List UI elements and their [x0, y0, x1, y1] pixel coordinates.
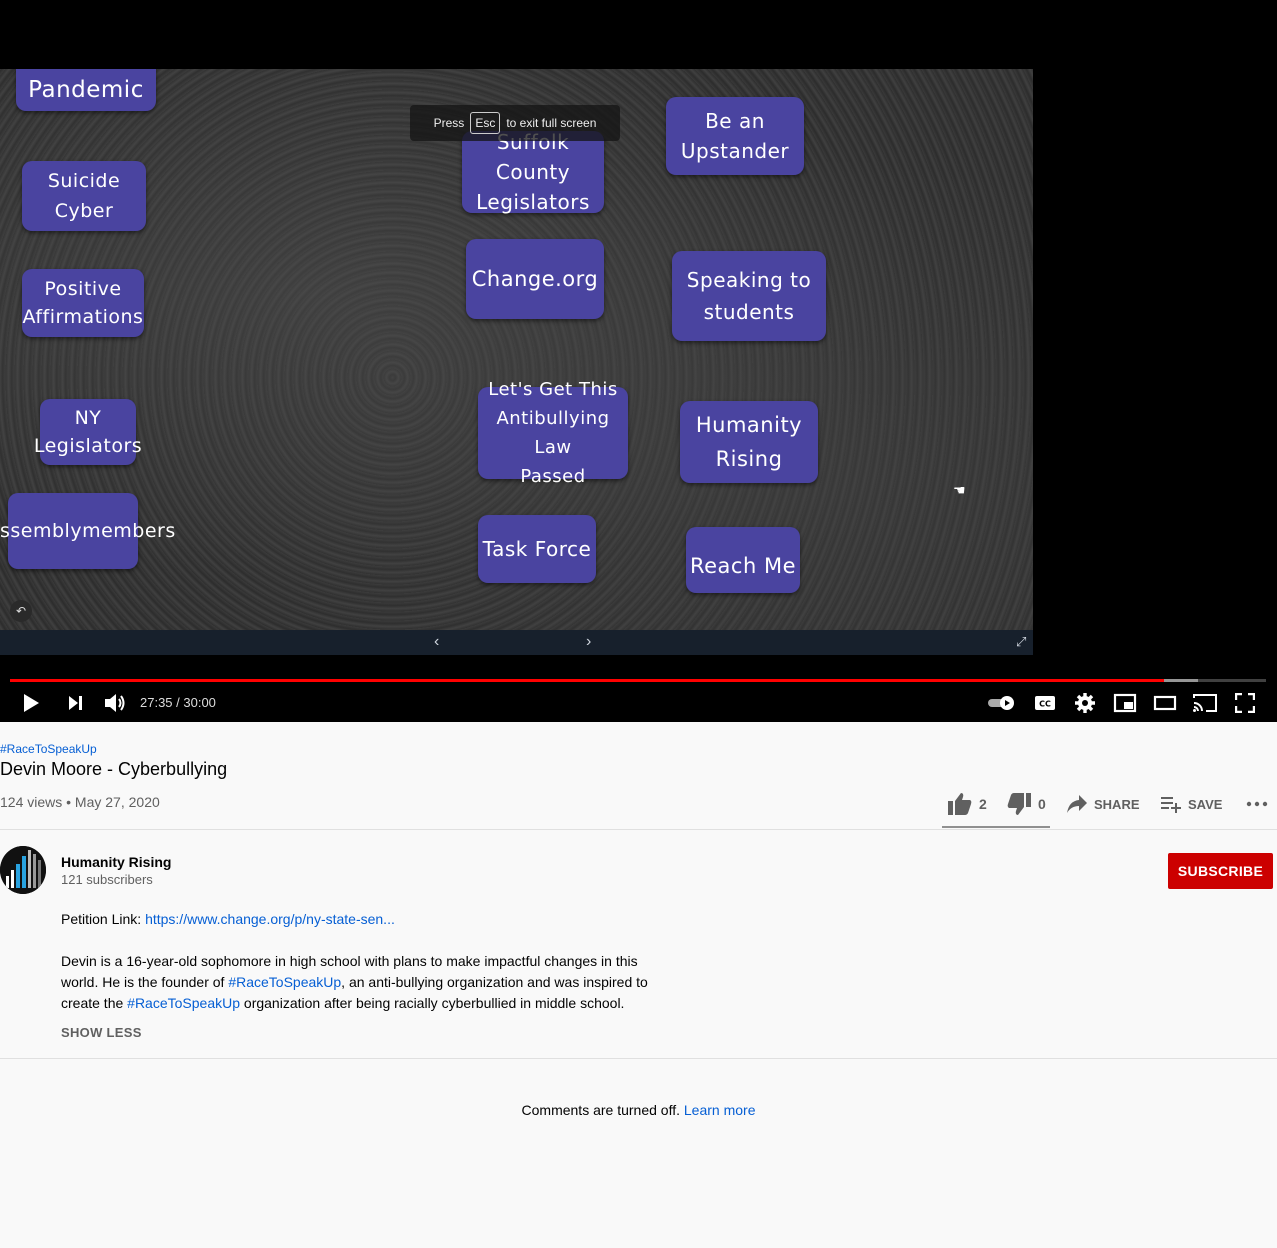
divider [0, 829, 1277, 830]
video-frame: Pandemic Suicide Cyber Positive Affirmat… [0, 69, 1033, 630]
time-display: 27:35 / 30:00 [140, 695, 216, 710]
sticky-note-speaking-to-students: Speaking to students [672, 251, 826, 341]
share-icon [1067, 795, 1087, 813]
sticky-note-change-org: Change.org [466, 239, 604, 319]
sticky-note-ny-legislators: NY Legislators [34, 399, 142, 465]
sticky-note-suffolk-county: Suffolk County Legislators [462, 130, 604, 214]
save-label: SAVE [1188, 796, 1223, 812]
volume-icon[interactable] [100, 690, 130, 716]
video-player[interactable]: Pandemic Suicide Cyber Positive Affirmat… [0, 0, 1277, 722]
like-count: 2 [979, 796, 987, 812]
show-less-button[interactable]: SHOW LESS [61, 1025, 142, 1040]
playlist-add-icon [1161, 797, 1181, 813]
dislike-button[interactable]: 0 [1006, 790, 1046, 818]
learn-more-link[interactable]: Learn more [684, 1102, 756, 1118]
thumbs-down-icon [1007, 793, 1031, 815]
petition-link[interactable]: https://www.change.org/p/ny-state-sen... [145, 911, 395, 927]
sticky-note-pandemic: Pandemic [16, 69, 156, 111]
sticky-note-reach-me: Reach Me [686, 527, 800, 593]
share-button[interactable]: SHARE [1066, 790, 1140, 818]
like-button[interactable]: 2 [947, 790, 987, 818]
svg-text:CC: CC [1039, 700, 1051, 709]
subscribe-button[interactable]: SUBSCRIBE [1168, 853, 1273, 889]
description-paragraph: Devin is a 16-year-old sophomore in high… [61, 951, 661, 1014]
comments-disabled-notice: Comments are turned off. Learn more [0, 1102, 1277, 1118]
progress-bar[interactable] [10, 679, 1266, 682]
player-controls: 27:35 / 30:00 CC [0, 688, 1277, 718]
slide-nav-bar: ‹ › [0, 630, 1033, 655]
share-label: SHARE [1094, 796, 1140, 812]
slide-next-icon[interactable]: › [586, 633, 591, 651]
subscriber-count: 121 subscribers [61, 872, 153, 887]
hashtag-link-inline-2[interactable]: #RaceToSpeakUp [127, 995, 240, 1011]
video-actions: 2 0 SHARE SAVE [0, 790, 1277, 830]
theater-mode-icon[interactable] [1151, 690, 1179, 716]
hashtag-link-inline-1[interactable]: #RaceToSpeakUp [228, 974, 341, 990]
petition-label: Petition Link: [61, 911, 146, 927]
petition-line: Petition Link: https://www.change.org/p/… [61, 909, 661, 930]
slide-prev-icon[interactable]: ‹ [434, 633, 439, 651]
description-text-3: organization after being racially cyberb… [240, 995, 625, 1011]
captions-icon[interactable]: CC [1032, 690, 1058, 716]
more-actions-icon[interactable] [1246, 790, 1268, 818]
channel-name[interactable]: Humanity Rising [61, 854, 171, 870]
sticky-note-assemblymembers: ssemblymembers [0, 493, 175, 569]
miniplayer-icon[interactable] [1112, 690, 1138, 716]
channel-avatar[interactable] [0, 846, 46, 894]
like-ratio-bar [942, 826, 1050, 828]
exit-fullscreen-toast: Press Esc to exit full screen [410, 105, 620, 141]
fullscreen-icon[interactable] [1232, 690, 1258, 716]
toast-rest-label: to exit full screen [506, 116, 597, 130]
play-icon[interactable] [18, 690, 44, 716]
next-icon[interactable] [62, 690, 88, 716]
toast-press-label: Press [433, 116, 465, 130]
autoplay-toggle-icon[interactable] [986, 690, 1018, 716]
hashtag-link[interactable]: #RaceToSpeakUp [0, 742, 97, 756]
save-button[interactable]: SAVE [1160, 790, 1222, 818]
dislike-count: 0 [1038, 796, 1046, 812]
hand-cursor-icon: ☚ [953, 482, 966, 498]
slide-expand-icon[interactable]: ⤢ [1016, 634, 1026, 650]
comments-off-text: Comments are turned off. [521, 1102, 684, 1118]
sticky-note-suicide-cyber: Suicide Cyber [22, 161, 146, 231]
slide-back-icon[interactable]: ↶ [10, 600, 32, 622]
divider [0, 1058, 1277, 1059]
esc-key-label: Esc [470, 112, 501, 134]
cast-icon[interactable] [1191, 690, 1219, 716]
sticky-note-be-an-upstander: Be an Upstander [666, 97, 804, 175]
sticky-note-antibullying-law: Let's Get This Antibullying Law Passed [478, 379, 628, 487]
progress-played [10, 679, 1165, 682]
sticky-note-humanity-rising: Humanity Rising [680, 401, 818, 483]
gear-icon[interactable] [1072, 690, 1098, 716]
sticky-note-task-force: Task Force [478, 515, 596, 583]
video-description: Petition Link: https://www.change.org/p/… [61, 909, 661, 1014]
video-title: Devin Moore - Cyberbullying [0, 759, 228, 779]
thumbs-up-icon [948, 793, 972, 815]
sticky-note-positive-affirmations: Positive Affirmations [22, 269, 144, 337]
